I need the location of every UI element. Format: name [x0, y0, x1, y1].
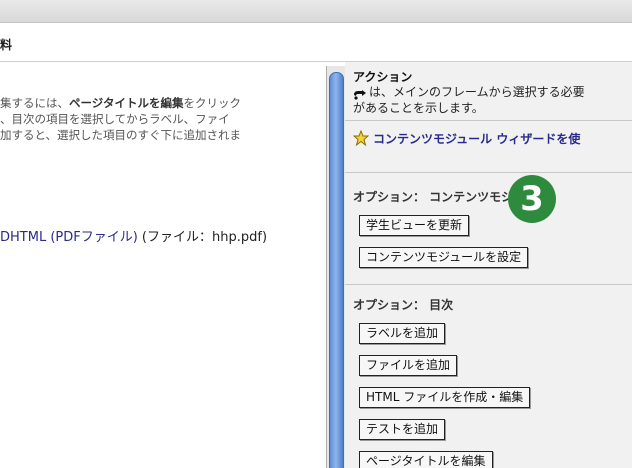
file-entry: DHTML (PDFファイル) (ファイル：hhp.pdf) [0, 226, 267, 245]
file-link[interactable]: DHTML (PDFファイル) [0, 230, 138, 245]
wizard-star-icon [352, 129, 370, 149]
select-arrow-icon [353, 88, 367, 100]
instructions-text-part: をクリック [183, 96, 242, 110]
toc-options-label: オプション： 目次 [353, 298, 454, 312]
create-edit-html-button[interactable]: HTML ファイルを作成・編集 [359, 387, 531, 408]
add-file-button[interactable]: ファイルを追加 [359, 355, 458, 376]
screen: 料 集するには、ページタイトルを編集をクリック 、目次の項目を選択してからラベル… [0, 0, 632, 468]
actions-panel: アクション は、メインのフレームから選択する必要 があることを示します。 コンテ… [345, 62, 632, 468]
actions-header: アクション [353, 70, 413, 84]
scrollbar-thumb[interactable] [329, 72, 344, 468]
edit-page-title-button[interactable]: ページタイトルを編集 [359, 451, 493, 468]
instructions-text: 集するには、ページタイトルを編集をクリック 、目次の項目を選択してからラベル、フ… [0, 95, 320, 143]
frame-scrollbar[interactable] [326, 66, 346, 468]
file-info: (ファイル：hhp.pdf) [137, 230, 268, 245]
instructions-line-3: 加すると、選択した項目のすぐ下に追加されま [0, 128, 242, 142]
add-test-button[interactable]: テストを追加 [359, 419, 446, 440]
page-header [0, 23, 632, 62]
wizard-link[interactable]: コンテンツモジュール ウィザードを使 [352, 129, 581, 149]
actions-description-line-2: があることを示します。 [353, 101, 484, 115]
step-number-badge: 3 [508, 175, 556, 223]
instructions-line-1: 集するには、ページタイトルを編集をクリック [0, 95, 320, 111]
divider [345, 120, 632, 121]
instructions-bold-part: ページタイトルを編集 [69, 96, 184, 110]
browser-toolbar [0, 0, 632, 23]
wizard-link-label: コンテンツモジュール ウィザードを使 [373, 132, 581, 146]
set-content-module-button[interactable]: コンテンツモジュールを設定 [359, 247, 529, 268]
actions-description-line-1: は、メインのフレームから選択する必要 [369, 85, 585, 99]
page-title: 料 [0, 38, 13, 52]
divider [345, 172, 632, 173]
divider [345, 284, 632, 285]
update-student-view-button[interactable]: 学生ビューを更新 [359, 215, 470, 236]
instructions-text-part: 集するには、 [0, 96, 69, 110]
instructions-line-2: 、目次の項目を選択してからラベル、ファイ [0, 112, 230, 126]
add-label-button[interactable]: ラベルを追加 [359, 323, 446, 344]
actions-description: は、メインのフレームから選択する必要 があることを示します。 [353, 84, 585, 116]
